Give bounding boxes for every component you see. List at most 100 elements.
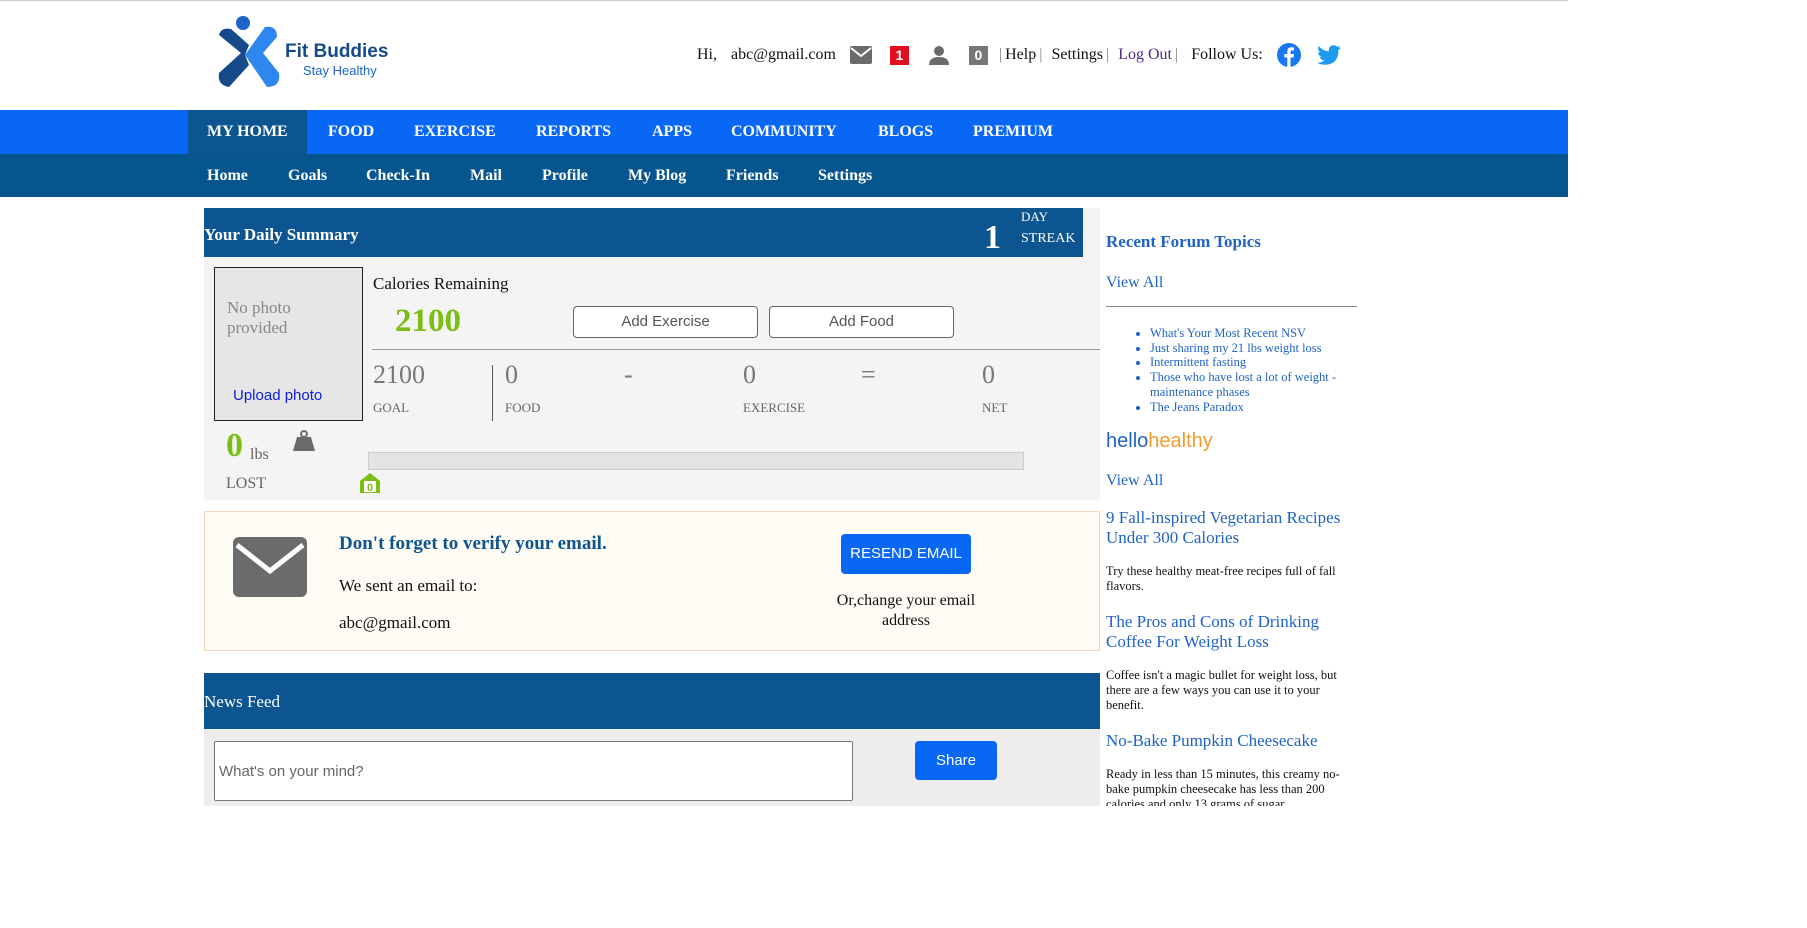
- separator: |: [1106, 46, 1110, 63]
- news-feed-header: News Feed: [204, 673, 1100, 729]
- mail-count-badge[interactable]: 1: [889, 45, 909, 65]
- sub-nav: Home Goals Check-In Mail Profile My Blog…: [0, 154, 1568, 197]
- weight-unit: lbs: [250, 446, 269, 463]
- forum-topic-list: What's Your Most Recent NSV Just sharing…: [1150, 326, 1356, 414]
- calories-remaining-label: Calories Remaining: [373, 274, 509, 293]
- progress-marker-label: 0: [367, 482, 373, 494]
- user-topbar: Hi, abc@gmail.com 1 0 | Help | Settings …: [697, 41, 1357, 69]
- brand-logo[interactable]: Fit Buddies Stay Healthy: [215, 15, 405, 90]
- daily-summary-header: Your Daily Summary 1 DAY STREAK: [204, 208, 1083, 257]
- sidebar-divider: [1106, 306, 1357, 307]
- streak-day-label: DAY: [1021, 209, 1048, 224]
- nav-premium[interactable]: PREMIUM: [973, 110, 1053, 154]
- separator: |: [1039, 46, 1043, 63]
- goal-label: GOAL: [373, 400, 410, 415]
- weight-icon: [293, 430, 315, 451]
- nav-exercise[interactable]: EXERCISE: [414, 110, 496, 154]
- nav-reports[interactable]: REPORTS: [536, 110, 611, 154]
- friend-request-badge[interactable]: 0: [968, 45, 988, 65]
- subnav-check-in[interactable]: Check-In: [366, 154, 430, 197]
- article-title[interactable]: 9 Fall-inspired Vegetarian Recipes Under…: [1106, 508, 1358, 548]
- forum-view-all-link[interactable]: View All: [1106, 274, 1163, 292]
- nav-blogs[interactable]: BLOGS: [878, 110, 933, 154]
- article-description: Coffee isn't a magic bullet for weight l…: [1106, 668, 1337, 712]
- hello-text: hello: [1106, 430, 1149, 452]
- minus-operator: -: [624, 360, 633, 389]
- forum-topic-item[interactable]: Just sharing my 21 lbs weight loss: [1150, 341, 1356, 356]
- nav-community[interactable]: COMMUNITY: [731, 110, 837, 154]
- add-exercise-button[interactable]: Add Exercise: [573, 306, 758, 338]
- verify-email-banner: Don't forget to verify your email. We se…: [204, 511, 1100, 651]
- streak-count: 1: [984, 219, 1001, 256]
- nav-apps[interactable]: APPS: [652, 110, 692, 154]
- forum-topics-title: Recent Forum Topics: [1106, 232, 1261, 251]
- change-email-link[interactable]: Or,change your email address: [825, 591, 987, 631]
- article-title[interactable]: The Pros and Cons of Drinking Coffee For…: [1106, 612, 1358, 652]
- article-title[interactable]: No-Bake Pumpkin Cheesecake: [1106, 731, 1358, 751]
- upload-photo-link[interactable]: Upload photo: [233, 387, 322, 404]
- site-header: Fit Buddies Stay Healthy Hi, abc@gmail.c…: [0, 1, 1568, 110]
- stat-divider: [492, 365, 493, 421]
- nav-my-home[interactable]: MY HOME: [188, 110, 307, 154]
- exercise-value: 0: [743, 360, 756, 389]
- brand-logo-icon: [218, 16, 280, 88]
- mail-icon[interactable]: [849, 46, 872, 64]
- user-email: abc@gmail.com: [731, 46, 836, 63]
- forum-topic-item[interactable]: Those who have lost a lot of weight - ma…: [1150, 370, 1356, 399]
- logout-link[interactable]: Log Out: [1118, 46, 1172, 64]
- calories-remaining-value: 2100: [395, 303, 461, 339]
- share-button[interactable]: Share: [915, 741, 997, 780]
- daily-summary-panel: Your Daily Summary 1 DAY STREAK No photo…: [204, 208, 1100, 500]
- subnav-home[interactable]: Home: [207, 154, 248, 197]
- progress-start-marker: 0: [360, 473, 380, 494]
- right-sidebar: Recent Forum Topics View All What's Your…: [1106, 208, 1362, 806]
- follow-us-label: Follow Us:: [1191, 46, 1263, 63]
- twitter-icon[interactable]: [1316, 43, 1341, 67]
- separator: |: [1174, 46, 1179, 63]
- healthy-text: healthy: [1148, 430, 1213, 452]
- user-icon[interactable]: [928, 45, 949, 65]
- status-input[interactable]: [214, 741, 853, 801]
- separator: |: [998, 46, 1003, 63]
- articles-view-all-link[interactable]: View All: [1106, 472, 1163, 490]
- goal-value: 2100: [373, 360, 425, 389]
- subnav-profile[interactable]: Profile: [542, 154, 588, 197]
- summary-divider: [372, 349, 1100, 350]
- subnav-friends[interactable]: Friends: [726, 154, 778, 197]
- daily-summary-title: Your Daily Summary: [204, 225, 359, 244]
- facebook-icon[interactable]: [1276, 43, 1301, 67]
- subnav-mail[interactable]: Mail: [470, 154, 502, 197]
- net-label: NET: [982, 400, 1008, 415]
- weight-progress-bar: [368, 452, 1024, 470]
- weight-lost-value: 0: [226, 427, 243, 464]
- subnav-settings[interactable]: Settings: [818, 154, 872, 197]
- streak-label: STREAK: [1021, 231, 1076, 246]
- forum-topic-item[interactable]: The Jeans Paradox: [1150, 400, 1356, 415]
- brand-tagline: Stay Healthy: [303, 63, 377, 78]
- settings-link[interactable]: Settings: [1051, 46, 1103, 64]
- main-nav: MY HOME FOOD EXERCISE REPORTS APPS COMMU…: [0, 110, 1568, 154]
- article-description: Try these healthy meat-free recipes full…: [1106, 564, 1336, 593]
- exercise-label: EXERCISE: [743, 400, 806, 415]
- verify-email-title: Don't forget to verify your email.: [339, 533, 607, 554]
- help-link[interactable]: Help: [1005, 46, 1036, 64]
- nav-food[interactable]: FOOD: [328, 110, 374, 154]
- weight-lost-label: LOST: [226, 475, 266, 492]
- verify-email-address: abc@gmail.com: [339, 613, 451, 632]
- article-description: Ready in less than 15 minutes, this crea…: [1106, 767, 1340, 806]
- forum-topic-item[interactable]: What's Your Most Recent NSV: [1150, 326, 1356, 341]
- news-feed-title: News Feed: [204, 692, 281, 711]
- subnav-my-blog[interactable]: My Blog: [628, 154, 686, 197]
- subnav-goals[interactable]: Goals: [288, 154, 327, 197]
- resend-email-button[interactable]: RESEND EMAIL: [841, 534, 971, 574]
- no-photo-text: No photo provided: [227, 298, 291, 337]
- hellohealthy-logo: hellohealthy: [1106, 430, 1213, 453]
- equals-operator: =: [861, 360, 876, 389]
- add-food-button[interactable]: Add Food: [769, 306, 954, 338]
- food-value: 0: [505, 360, 518, 389]
- profile-photo-box: No photo provided Upload photo: [214, 267, 363, 421]
- forum-topic-item[interactable]: Intermittent fasting: [1150, 355, 1356, 370]
- news-feed-composer: Share: [204, 729, 1100, 806]
- envelope-icon: [233, 537, 307, 597]
- net-value: 0: [982, 360, 995, 389]
